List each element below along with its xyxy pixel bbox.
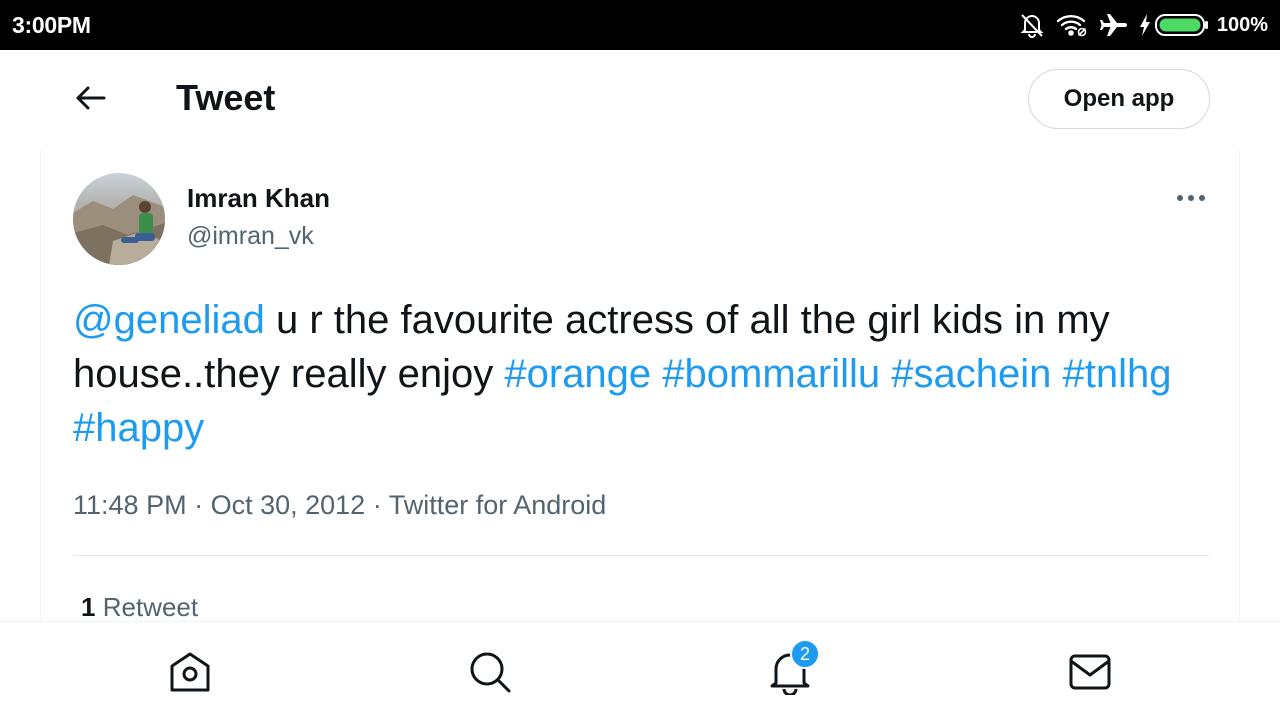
author-display-name[interactable]: Imran Khan [187, 183, 330, 214]
retweet-count: 1 [81, 592, 96, 622]
battery-percentage: 100% [1216, 13, 1268, 36]
status-icons: 100% [1009, 10, 1268, 40]
divider [73, 555, 1209, 556]
open-app-button[interactable]: Open app [1028, 69, 1210, 129]
more-horizontal-icon-dot [1199, 195, 1205, 201]
tweet-time[interactable]: 11:48 PM [73, 490, 187, 520]
tweet-source[interactable]: Twitter for Android [389, 490, 607, 520]
notification-badge: 2 [790, 639, 820, 669]
battery-icon [1154, 13, 1209, 37]
retweet-label: Retweet [102, 592, 199, 622]
home-icon [167, 650, 213, 699]
wifi-icon [1055, 12, 1089, 38]
nav-search[interactable] [466, 650, 514, 698]
mention-link[interactable]: @geneliad [73, 298, 265, 342]
hashtag-link[interactable]: #orange [504, 352, 651, 396]
tweet-card: Imran Khan @imran_vk @geneliad u r the f… [40, 150, 1240, 622]
meta-separator: · [186, 490, 211, 520]
search-icon [468, 650, 512, 699]
messages-icon [1068, 653, 1112, 696]
hashtag-link[interactable]: #sachein [891, 352, 1051, 396]
page-title: Tweet [176, 77, 276, 118]
status-time: 3:00PM [12, 12, 91, 38]
author-handle[interactable]: @imran_vk [187, 222, 314, 251]
arrow-left-icon [74, 84, 106, 117]
charging-icon [1139, 14, 1151, 36]
more-horizontal-icon-dot [1188, 195, 1194, 201]
retweet-stats[interactable]: 1 Retweet [81, 592, 198, 623]
tweet-date[interactable]: Oct 30, 2012 [211, 490, 366, 520]
meta-separator: · [365, 490, 389, 520]
hashtag-link[interactable]: #bommarillu [662, 352, 880, 396]
nav-home[interactable] [166, 650, 214, 698]
status-bar: 3:00PM 100% [0, 0, 1280, 50]
more-horizontal-icon-dot [1177, 195, 1183, 201]
nav-messages[interactable] [1066, 650, 1114, 698]
more-options-button[interactable] [1175, 188, 1207, 208]
back-button[interactable] [70, 80, 110, 120]
avatar[interactable] [73, 173, 165, 265]
header: Tweet Open app [0, 50, 1280, 148]
airplane-mode-icon [1099, 12, 1129, 38]
hashtag-link[interactable]: #happy [73, 406, 204, 450]
hashtag-link[interactable]: #tnlhg [1063, 352, 1172, 396]
bottom-nav: 2 [0, 621, 1280, 720]
tweet-meta: 11:48 PM · Oct 30, 2012 · Twitter for An… [73, 490, 606, 521]
notifications-off-icon [1019, 12, 1045, 38]
tweet-text: @geneliad u r the favourite actress of a… [73, 293, 1223, 455]
